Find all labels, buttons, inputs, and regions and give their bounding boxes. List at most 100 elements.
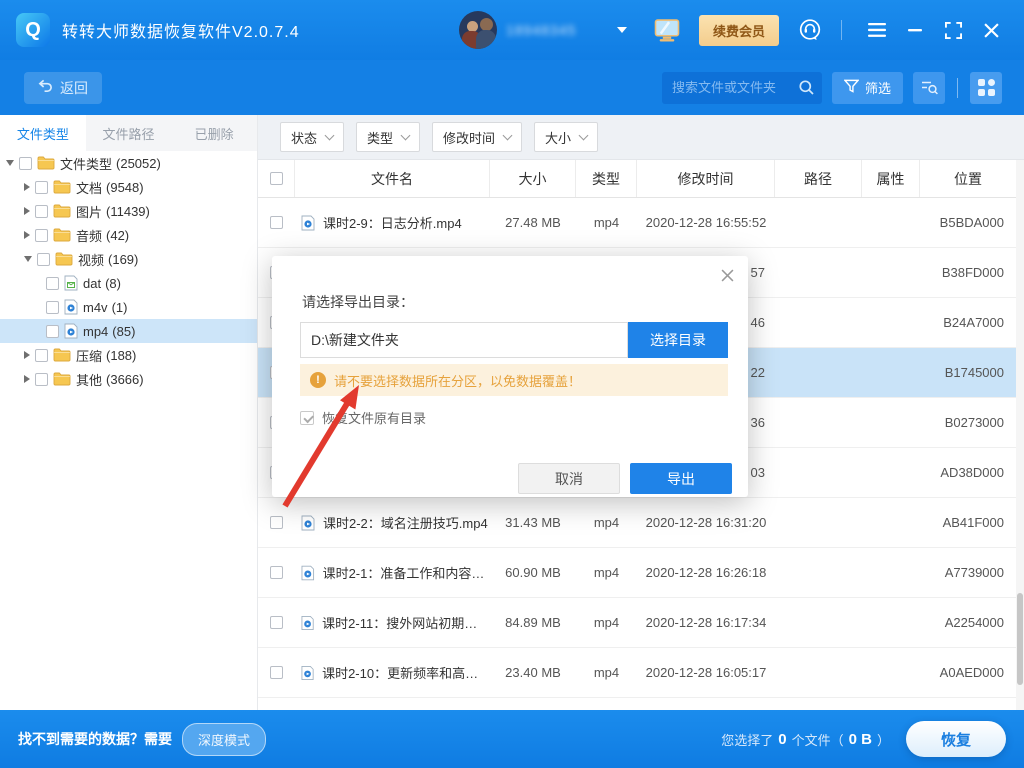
select-all-checkbox[interactable] (270, 172, 283, 185)
selected-size: 0 B (849, 731, 872, 748)
folder-icon (37, 156, 55, 170)
col-header-size: 大小 (490, 160, 576, 197)
checkbox-label: 恢复文件原有目录 (322, 408, 426, 427)
table-row[interactable]: 课时2-2：域名注册技巧.mp4 31.43 MB mp4 2020-12-28… (258, 498, 1024, 548)
maximize-button[interactable] (940, 17, 966, 43)
type-dropdown[interactable]: 类型 (356, 122, 420, 152)
scrollbar-thumb[interactable] (1017, 593, 1023, 685)
mtime-dropdown[interactable]: 修改时间 (432, 122, 522, 152)
user-avatar[interactable] (459, 11, 497, 49)
username-blurred[interactable]: 18948345 (506, 22, 610, 38)
file-location: A0AED000 (920, 665, 1016, 680)
dialog-close-button[interactable] (718, 266, 736, 284)
collapse-arrow-icon[interactable] (6, 160, 14, 166)
tree-item-dat[interactable]: dat (8) (0, 271, 257, 295)
choose-directory-button[interactable]: 选择目录 (628, 322, 728, 358)
tree-item-audio[interactable]: 音频 (42) (0, 223, 257, 247)
collapse-arrow-icon[interactable] (24, 256, 32, 262)
row-checkbox[interactable] (270, 216, 283, 229)
table-row[interactable]: 课时2-10：更新频率和高质量... 23.40 MB mp4 2020-12-… (258, 648, 1024, 698)
tree-checkbox[interactable] (35, 181, 48, 194)
tree-item-mp4[interactable]: mp4 (85) (0, 319, 257, 343)
tree-item-archive[interactable]: 压缩 (188) (0, 343, 257, 367)
tree-label: 文档 (76, 178, 102, 197)
file-size: 31.43 MB (490, 515, 576, 530)
tree-item-video[interactable]: 视频 (169) (0, 247, 257, 271)
renew-membership-button[interactable]: 续费会员 (699, 15, 779, 46)
table-row[interactable]: 课时2-1：准备工作和内容来... 60.90 MB mp4 2020-12-2… (258, 548, 1024, 598)
file-mtime: 2020-12-28 16:17:34 (637, 615, 775, 630)
checked-checkbox[interactable] (300, 411, 314, 425)
tree-checkbox[interactable] (37, 253, 50, 266)
tree-item-images[interactable]: 图片 (11439) (0, 199, 257, 223)
search-icon[interactable] (799, 80, 814, 95)
monitor-icon[interactable] (654, 19, 680, 42)
tree-checkbox[interactable] (35, 349, 48, 362)
cancel-button[interactable]: 取消 (518, 463, 620, 494)
file-name: 课时2-10：更新频率和高质量... (322, 663, 490, 682)
export-path-input[interactable] (300, 322, 628, 358)
tab-file-type[interactable]: 文件类型 (0, 115, 86, 151)
size-dropdown[interactable]: 大小 (534, 122, 598, 152)
tab-file-path[interactable]: 文件路径 (86, 115, 172, 151)
expand-arrow-icon[interactable] (24, 351, 30, 359)
search-in-results-button[interactable] (913, 72, 945, 104)
deep-mode-button[interactable]: 深度模式 (182, 723, 266, 756)
status-dropdown[interactable]: 状态 (280, 122, 344, 152)
expand-arrow-icon[interactable] (24, 207, 30, 215)
export-button[interactable]: 导出 (630, 463, 732, 494)
expand-arrow-icon[interactable] (24, 183, 30, 191)
media-file-icon (301, 615, 314, 631)
tree-checkbox[interactable] (35, 229, 48, 242)
row-checkbox[interactable] (270, 516, 283, 529)
dat-file-icon (64, 275, 78, 291)
filter-button[interactable]: 筛选 (832, 72, 903, 104)
table-row[interactable]: 课时2-11：搜外网站初期真实... 84.89 MB mp4 2020-12-… (258, 598, 1024, 648)
file-name: 课时2-11：搜外网站初期真实... (322, 613, 490, 632)
file-mtime: 2020-12-28 16:05:17 (637, 665, 775, 680)
tree-checkbox[interactable] (19, 157, 32, 170)
row-checkbox[interactable] (270, 616, 283, 629)
close-button[interactable] (978, 17, 1004, 43)
search-input[interactable] (662, 80, 799, 95)
deep-scan-prompt: 找不到需要的数据？需要 (18, 729, 172, 749)
tree-checkbox[interactable] (35, 373, 48, 386)
file-type: mp4 (576, 565, 637, 580)
row-checkbox[interactable] (270, 666, 283, 679)
menu-button[interactable] (864, 17, 890, 43)
tree-item-docs[interactable]: 文档 (9548) (0, 175, 257, 199)
tree-checkbox[interactable] (46, 301, 59, 314)
tree-item-root[interactable]: 文件类型 (25052) (0, 151, 257, 175)
search-box (662, 72, 822, 104)
file-size: 27.48 MB (490, 215, 576, 230)
file-location: A7739000 (920, 565, 1016, 580)
tree-checkbox[interactable] (46, 325, 59, 338)
file-mtime: 2020-12-28 16:26:18 (637, 565, 775, 580)
tree-label: mp4 (83, 324, 108, 339)
customer-service-icon[interactable] (798, 18, 822, 42)
expand-arrow-icon[interactable] (24, 375, 30, 383)
expand-arrow-icon[interactable] (24, 231, 30, 239)
minimize-button[interactable] (902, 17, 928, 43)
apps-grid-button[interactable] (970, 72, 1002, 104)
restore-directory-option[interactable]: 恢复文件原有目录 (300, 408, 426, 427)
tree-count: (42) (106, 228, 129, 243)
row-checkbox[interactable] (270, 566, 283, 579)
file-mtime: 2020-12-28 16:55:52 (637, 215, 775, 230)
file-location: AD38D000 (920, 465, 1016, 480)
tree-count: (188) (106, 348, 136, 363)
vertical-scrollbar (1016, 160, 1024, 710)
tab-deleted[interactable]: 已删除 (171, 115, 257, 151)
recover-button[interactable]: 恢复 (906, 721, 1006, 757)
tree-checkbox[interactable] (46, 277, 59, 290)
bottom-bar: 找不到需要的数据？需要 深度模式 您选择了 0 个文件（ 0 B ） 恢复 (0, 710, 1024, 768)
tree-item-other[interactable]: 其他 (3666) (0, 367, 257, 391)
file-type: mp4 (576, 665, 637, 680)
file-mtime: 2020-12-28 16:31:20 (637, 515, 775, 530)
tree-checkbox[interactable] (35, 205, 48, 218)
file-location: B0273000 (920, 415, 1016, 430)
back-button[interactable]: 返回 (24, 72, 102, 104)
tree-item-m4v[interactable]: m4v (1) (0, 295, 257, 319)
table-row[interactable]: 课时2-9：日志分析.mp4 27.48 MB mp4 2020-12-28 1… (258, 198, 1024, 248)
account-dropdown-caret-icon[interactable] (617, 27, 627, 33)
